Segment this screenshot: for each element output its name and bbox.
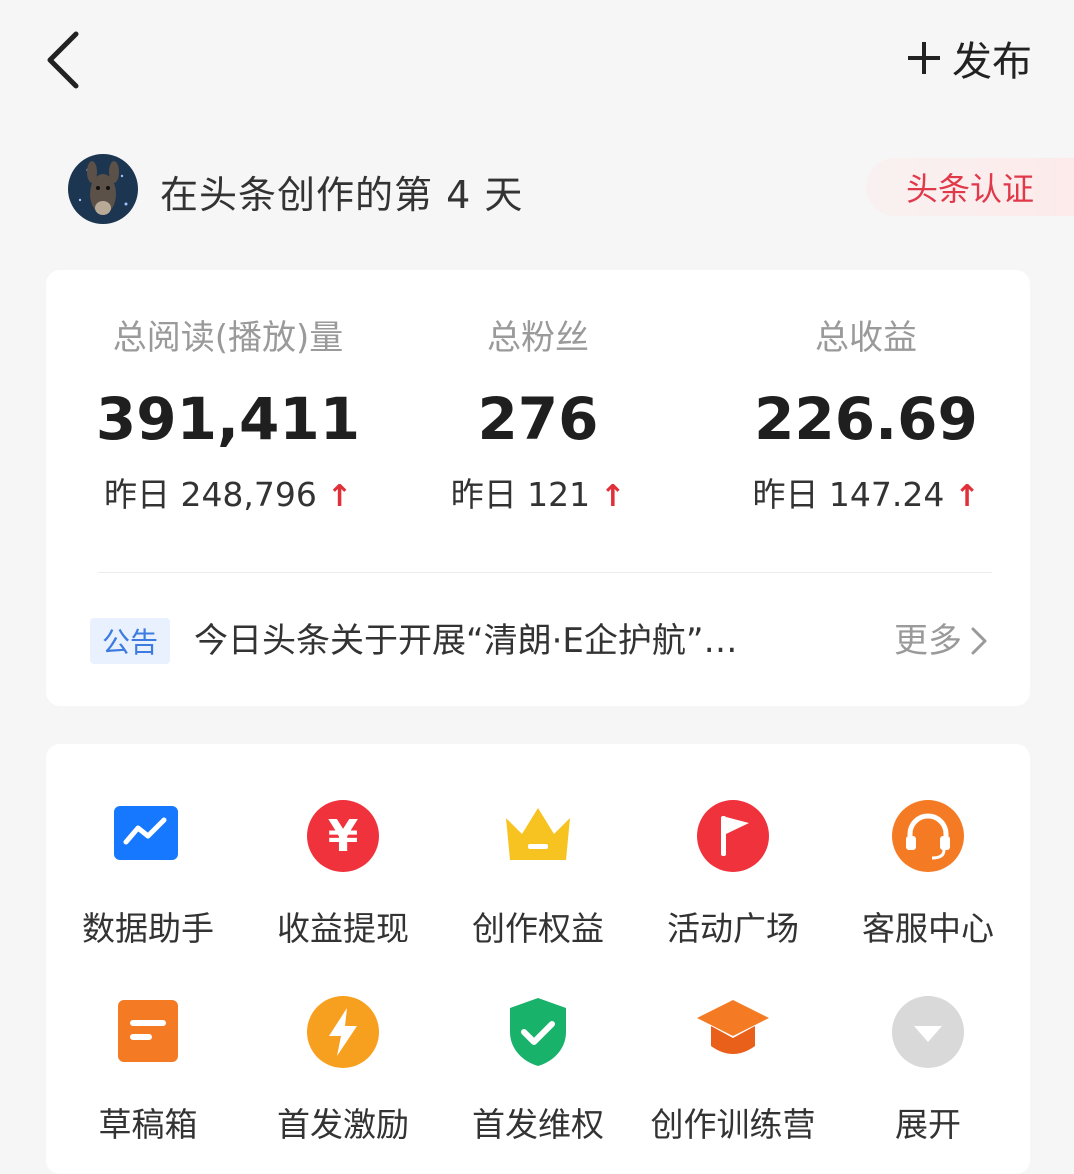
more-link[interactable]: 更多 bbox=[894, 616, 990, 666]
stat-yesterday-text: 昨日 248,796 bbox=[103, 475, 317, 514]
stat-yesterday: 昨日 147.24 ↑ bbox=[726, 470, 1006, 520]
shield-check-icon bbox=[498, 992, 578, 1072]
draft-icon bbox=[108, 992, 188, 1072]
tool-creator-training-camp[interactable]: 创作训练营 bbox=[648, 992, 818, 1146]
tool-label: 收益提现 bbox=[277, 909, 409, 948]
tool-label: 创作权益 bbox=[472, 909, 604, 948]
notice-tag: 公告 bbox=[90, 618, 170, 664]
stat-label: 总阅读(播放)量 bbox=[112, 318, 344, 358]
tool-expand[interactable]: 展开 bbox=[843, 992, 1013, 1146]
chevron-left-icon bbox=[47, 31, 79, 89]
notice-row[interactable]: 公告 今日头条关于开展“清朗·E企护航”… 更多 bbox=[90, 616, 990, 672]
stats-card: 总阅读(播放)量 391,411 昨日 248,796 ↑ 总粉丝 276 昨日 … bbox=[46, 270, 1030, 706]
tool-label: 展开 bbox=[895, 1105, 961, 1144]
chart-icon bbox=[108, 796, 188, 876]
chevron-right-icon bbox=[971, 627, 987, 655]
stat-yesterday: 昨日 248,796 ↑ bbox=[68, 470, 388, 520]
yuan-icon: ¥ bbox=[303, 796, 383, 876]
tool-label: 活动广场 bbox=[667, 909, 799, 948]
tool-customer-service[interactable]: 客服中心 bbox=[843, 796, 1013, 950]
plus-icon bbox=[908, 42, 940, 74]
avatar-image bbox=[68, 154, 138, 224]
stat-label: 总粉丝 bbox=[487, 318, 589, 358]
arrow-up-icon: ↑ bbox=[326, 479, 353, 514]
stat-total-views[interactable]: 总阅读(播放)量 391,411 昨日 248,796 ↑ bbox=[68, 314, 388, 520]
tool-first-publish-incentive[interactable]: 首发激励 bbox=[258, 992, 428, 1146]
arrow-up-icon: ↑ bbox=[600, 479, 626, 514]
profile-row: 在头条创作的第 4 天 头条认证 bbox=[0, 150, 1074, 230]
lightning-icon bbox=[303, 992, 383, 1072]
back-button[interactable] bbox=[40, 28, 100, 92]
stat-value: 391,411 bbox=[95, 385, 361, 453]
svg-text:¥: ¥ bbox=[328, 811, 359, 862]
tool-earnings-withdraw[interactable]: ¥ 收益提现 bbox=[258, 796, 428, 950]
tool-label: 首发维权 bbox=[472, 1105, 604, 1144]
tool-label: 首发激励 bbox=[277, 1105, 409, 1144]
stat-value: 276 bbox=[477, 385, 599, 453]
divider bbox=[98, 572, 992, 573]
tool-label: 草稿箱 bbox=[98, 1105, 198, 1144]
publish-label: 发布 bbox=[952, 39, 1032, 85]
top-bar: 发布 bbox=[0, 0, 1074, 120]
more-label: 更多 bbox=[894, 621, 962, 661]
tool-creator-rights[interactable]: 创作权益 bbox=[453, 796, 623, 950]
stat-yesterday-text: 昨日 147.24 bbox=[752, 475, 945, 514]
crown-icon bbox=[498, 796, 578, 876]
stat-total-fans[interactable]: 总粉丝 276 昨日 121 ↑ bbox=[418, 314, 658, 520]
stat-value: 226.69 bbox=[754, 385, 978, 453]
publish-button[interactable]: 发布 bbox=[906, 30, 1032, 86]
avatar[interactable] bbox=[68, 154, 138, 224]
tool-drafts[interactable]: 草稿箱 bbox=[63, 992, 233, 1146]
stat-yesterday: 昨日 121 ↑ bbox=[418, 470, 658, 520]
flag-icon bbox=[693, 796, 773, 876]
tool-first-publish-rights[interactable]: 首发维权 bbox=[453, 992, 623, 1146]
tool-activity-square[interactable]: 活动广场 bbox=[648, 796, 818, 950]
stat-total-income[interactable]: 总收益 226.69 昨日 147.24 ↑ bbox=[726, 314, 1006, 520]
tool-label: 客服中心 bbox=[862, 909, 994, 948]
stat-label: 总收益 bbox=[815, 318, 917, 358]
expand-icon bbox=[888, 992, 968, 1072]
arrow-up-icon: ↑ bbox=[954, 479, 980, 514]
graduation-cap-icon bbox=[693, 992, 773, 1072]
stat-yesterday-text: 昨日 121 bbox=[450, 475, 591, 514]
notice-text[interactable]: 今日头条关于开展“清朗·E企护航”… bbox=[194, 616, 844, 666]
certification-badge[interactable]: 头条认证 bbox=[866, 158, 1074, 216]
tool-label: 创作训练营 bbox=[650, 1105, 816, 1144]
tool-data-assistant[interactable]: 数据助手 bbox=[63, 796, 233, 950]
creation-days-text: 在头条创作的第 4 天 bbox=[160, 173, 524, 217]
tool-label: 数据助手 bbox=[82, 909, 214, 948]
headset-icon bbox=[888, 796, 968, 876]
tools-card: 数据助手 ¥ 收益提现 创作权益 活动广场 客服中心 草稿箱 首发激励 首发维权… bbox=[46, 744, 1030, 1174]
